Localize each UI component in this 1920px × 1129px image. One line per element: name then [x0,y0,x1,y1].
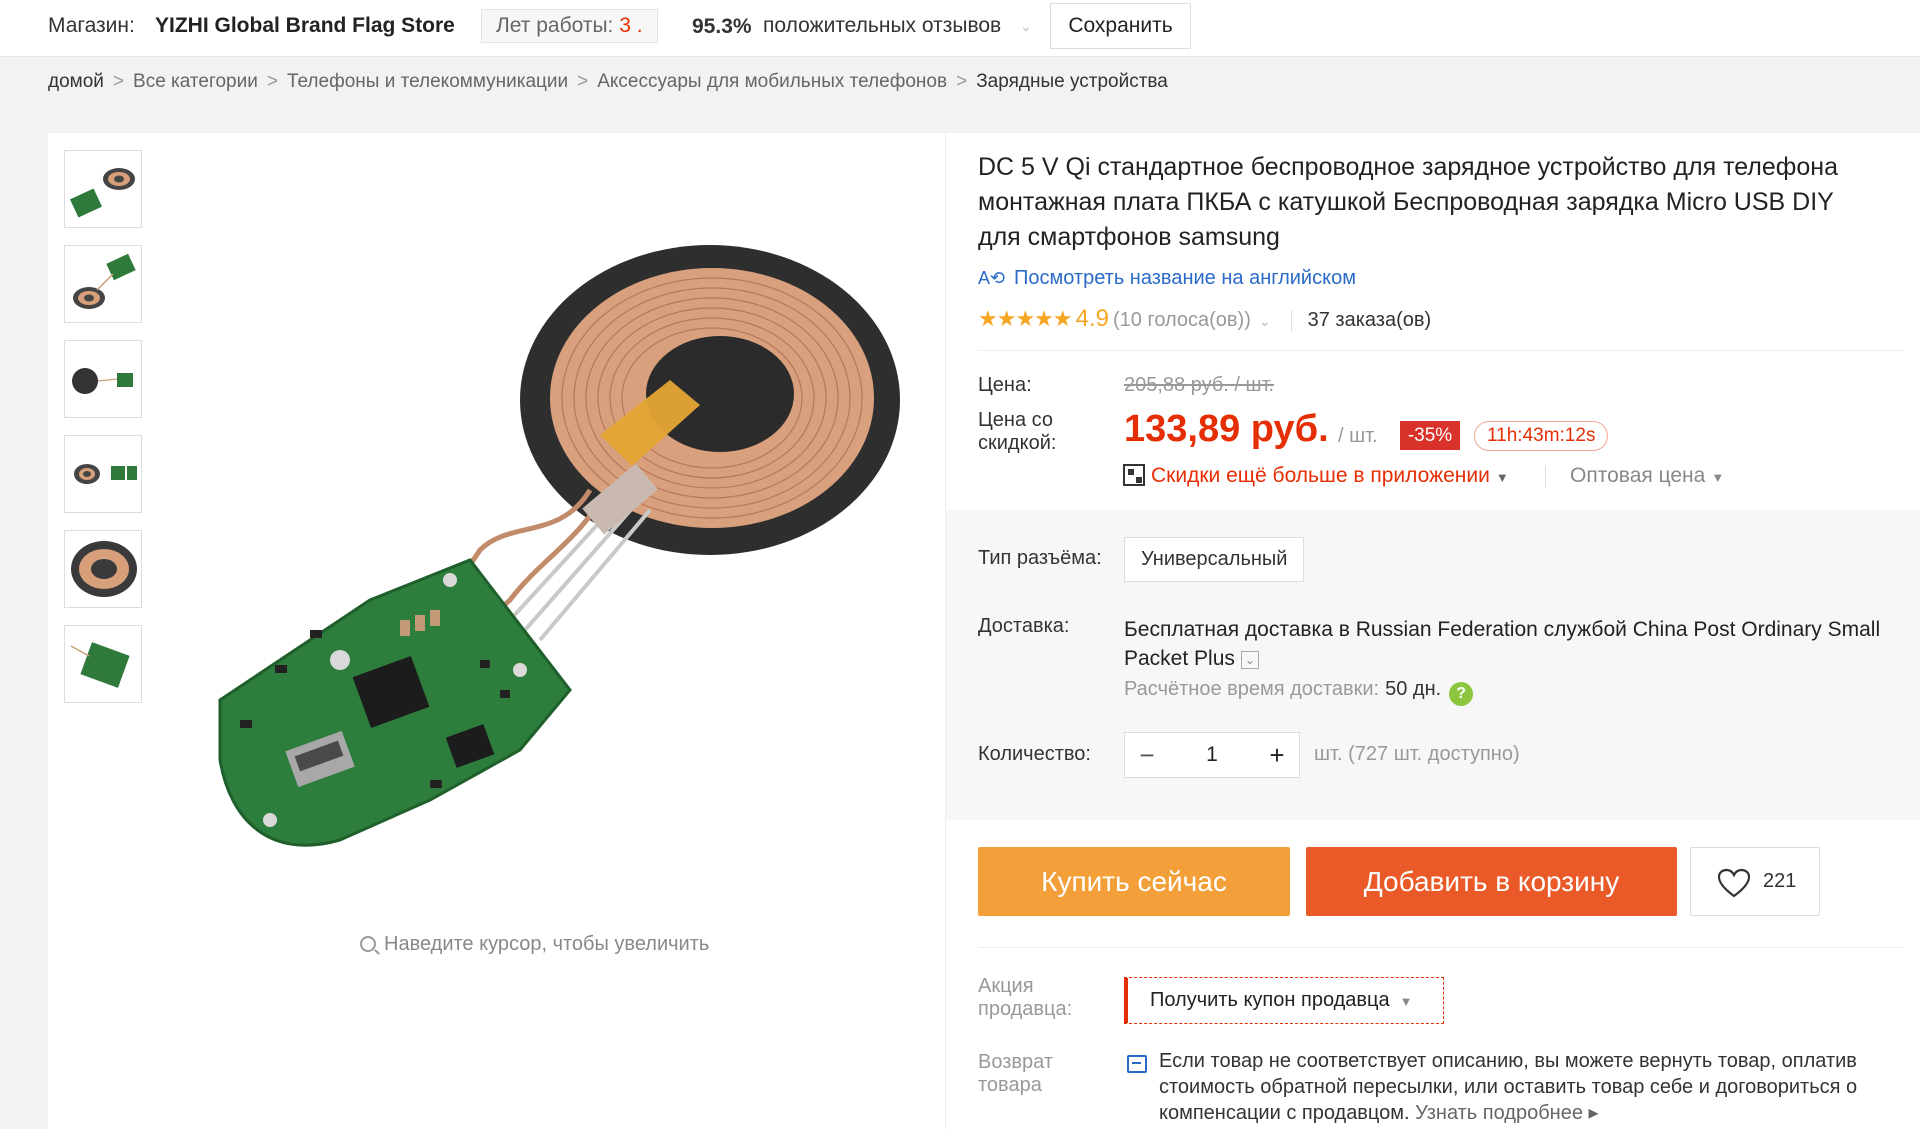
breadcrumb-separator: > [577,71,589,92]
quantity-decrease-button[interactable]: − [1127,733,1167,777]
orders-count: 37 заказа(ов) [1307,309,1432,331]
per-unit: / шт. [1338,425,1378,447]
qr-code-icon [1123,464,1145,486]
years-label: Лет работы: [496,14,614,37]
discount-price-label: Цена со скидкой: [978,409,1057,454]
quantity-stepper: − 1 + [1124,732,1300,778]
countdown-timer: 11h:43m:12s [1474,421,1609,451]
seller-coupon-dropdown[interactable]: Получить купон продавца ▼ [1124,977,1444,1024]
price-label: Цена: [978,374,1032,396]
positive-feedback-percent: 95.3% [692,15,752,38]
delivery-eta: Расчётное время доставки: 50 дн.? [1124,678,1474,706]
quantity-increase-button[interactable]: + [1257,733,1297,777]
zoom-hint-text: Наведите курсор, чтобы увеличить [384,933,710,955]
caret-down-icon[interactable]: ▼ [1400,994,1413,1009]
breadcrumb-phones[interactable]: Телефоны и телекоммуникации [287,71,568,92]
wholesale-price-dropdown[interactable]: Оптовая цена ▼ [1570,464,1724,488]
seller-promo-label: Акция продавца: [978,975,1073,1020]
rating-score[interactable]: 4.9 [1076,305,1109,332]
main-product-image[interactable] [180,220,940,900]
thumbnail-1[interactable] [64,150,142,228]
availability-text: шт. (727 шт. доступно) [1314,743,1520,765]
quantity-label: Количество: [978,743,1091,765]
thumbnail-image [74,464,137,484]
eta-label: Расчётное время доставки: [1124,678,1380,700]
chevron-down-icon[interactable]: ⌄ [1020,18,1032,35]
breadcrumb-current: Зарядные устройства [976,71,1168,92]
years-value: 3 . [619,14,643,37]
thumbnail-5[interactable] [64,530,142,608]
store-bar: Магазин: YIZHI Global Brand Flag Store Л… [0,0,1920,57]
discount-badge: -35% [1400,421,1460,450]
divider [1290,309,1292,332]
breadcrumb-separator: > [266,71,278,92]
chevron-down-icon[interactable]: ⌄ [1259,313,1271,329]
thumbnail-6[interactable] [64,625,142,703]
wishlist-button[interactable]: 221 [1690,847,1820,916]
rating-stars-icon: ★★★★★ [978,306,1073,331]
help-icon[interactable]: ? [1449,682,1474,706]
wholesale-text[interactable]: Оптовая цена [1570,464,1705,487]
breadcrumb: домой > Все категории > Телефоны и телекомму… [0,58,1920,108]
caret-down-icon[interactable]: ▼ [1496,470,1509,485]
translate-icon: A⟲ [978,268,1006,288]
translate-link-text[interactable]: Посмотреть название на английском [1014,267,1356,289]
thumbnail-image [71,541,137,597]
learn-more-text[interactable]: Узнать подробнее [1415,1102,1583,1124]
breadcrumb-accessories[interactable]: Аксессуары для мобильных телефонов [597,71,947,92]
eta-days: 50 дн. [1385,678,1442,700]
breadcrumb-all-categories[interactable]: Все категории [133,71,258,92]
buy-now-button[interactable]: Купить сейчас [978,847,1290,916]
thumbnail-image [70,642,130,688]
breadcrumb-separator: > [956,71,968,92]
rating-row: ★★★★★ 4.9 (10 голоса(ов)) ⌄ 37 заказа(ов) [978,305,1431,333]
app-discount-dropdown[interactable]: Скидки ещё больше в приложении ▼ [1123,464,1509,488]
return-icon [1127,1055,1147,1073]
thumbnail-3[interactable] [64,340,142,418]
save-store-button[interactable]: Сохранить [1050,3,1191,49]
store-label: Магазин: [48,14,135,37]
product-title: DC 5 V Qi стандартное беспроводное заряд… [978,153,1838,251]
thumbnail-2[interactable] [64,245,142,323]
positive-feedback-label[interactable]: положительных отзывов [763,14,1001,38]
rating-votes[interactable]: (10 голоса(ов)) [1113,309,1251,331]
caret-down-icon[interactable]: ▼ [1711,470,1724,485]
return-policy-text: Если товар не соответствует описанию, вы… [1159,1048,1879,1126]
divider [978,947,1904,948]
heart-icon [1717,868,1751,898]
magnifier-icon [360,936,376,952]
divider [978,350,1904,351]
shipping-info: Бесплатная доставка в Russian Federation… [1124,615,1904,673]
add-to-cart-button[interactable]: Добавить в корзину [1306,847,1677,916]
old-price: 205,88 руб. / шт. [1124,374,1275,396]
coupon-text[interactable]: Получить купон продавца [1150,989,1390,1011]
zoom-hint: Наведите курсор, чтобы увеличить [360,933,709,956]
thumbnail-image [72,368,133,394]
shipping-label: Доставка: [978,615,1070,637]
thumbnail-image [69,168,135,218]
breadcrumb-home[interactable]: домой [48,71,104,92]
return-label: Возврат товара [978,1051,1053,1096]
app-discount-text[interactable]: Скидки ещё больше в приложении [1151,464,1490,487]
quantity-input[interactable]: 1 [1165,733,1259,777]
connector-option-universal[interactable]: Универсальный [1124,537,1305,582]
translate-link[interactable]: A⟲ Посмотреть название на английском [978,267,1356,290]
breadcrumb-separator: > [112,71,125,92]
store-name-link[interactable]: YIZHI Global Brand Flag Store [155,14,455,38]
connector-label: Тип разъёма: [978,547,1102,569]
store-years-badge: Лет работы: 3 . [481,9,658,43]
learn-more-link[interactable]: Узнать подробнее ▸ [1415,1102,1598,1124]
thumbnail-image [73,253,136,309]
shipping-options-chevron-icon[interactable]: ⌄ [1240,651,1259,669]
free-shipping-text: Бесплатная доставка [1124,618,1333,641]
wishlist-count: 221 [1763,870,1797,892]
divider [1545,466,1546,488]
thumbnail-4[interactable] [64,435,142,513]
discount-price: 133,89 руб. [1124,408,1329,450]
